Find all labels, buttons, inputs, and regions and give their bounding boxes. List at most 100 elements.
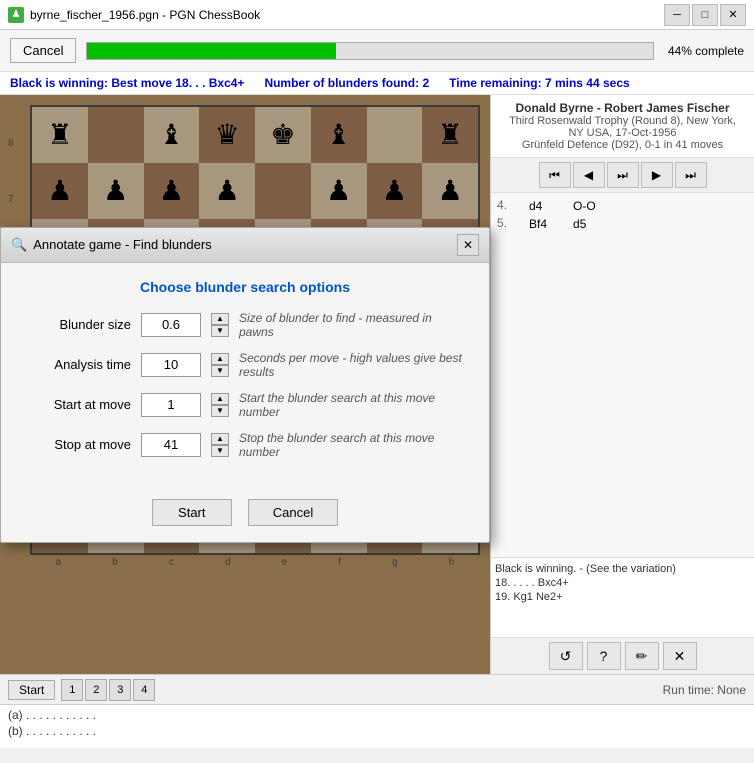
form-input-3[interactable] [141, 433, 201, 457]
status-label-3: Time remaining: [449, 76, 541, 90]
rotate-button[interactable]: ↺ [549, 642, 583, 670]
form-input-0[interactable] [141, 313, 201, 337]
move-white[interactable]: Bf4 [526, 216, 566, 232]
move-black[interactable]: d5 [570, 216, 610, 232]
script-line-b: (b) . . . . . . . . . . . [8, 723, 746, 739]
dialog-titlebar: 🔍 Annotate game - Find blunders ✕ [1, 228, 489, 263]
form-row-1: Analysis time ▲▼ Seconds per move - high v… [21, 351, 469, 379]
nav-prev-button[interactable]: ◀ [573, 162, 605, 188]
spin-buttons-3: ▲▼ [211, 433, 229, 457]
dialog-close-button[interactable]: ✕ [457, 234, 479, 256]
status-value-3: 7 mins 44 secs [545, 76, 630, 90]
annotation-line-2: 18. . . . . Bxc4+ [495, 576, 750, 590]
dialog-body: Choose blunder search options Blunder si… [1, 263, 489, 487]
dialog-start-button[interactable]: Start [152, 499, 232, 526]
nav-last-button[interactable]: ⏭ [675, 162, 707, 188]
progress-area: Cancel 44% complete [0, 30, 754, 72]
tab-button-2[interactable]: 2 [85, 679, 107, 701]
form-row-0: Blunder size ▲▼ Size of blunder to find - … [21, 311, 469, 339]
title-bar-controls: ─ □ ✕ [664, 4, 746, 26]
cancel-button[interactable]: Cancel [10, 38, 76, 63]
spin-down-1[interactable]: ▼ [211, 365, 229, 377]
dialog-overlay: 🔍 Annotate game - Find blunders ✕ Choose… [0, 95, 490, 674]
status-value-1: Best move 18. . . Bxc4+ [111, 76, 244, 90]
status-item-1: Black is winning: Best move 18. . . Bxc4… [10, 76, 244, 90]
game-header: Donald Byrne - Robert James Fischer Thir… [491, 95, 754, 158]
form-input-1[interactable] [141, 353, 201, 377]
spin-down-0[interactable]: ▼ [211, 325, 229, 337]
spin-up-0[interactable]: ▲ [211, 313, 229, 325]
annotation-line-3: 19. Kg1 Ne2+ [495, 590, 750, 604]
runtime-label: Run time: None [663, 683, 746, 697]
hint-button[interactable]: ? [587, 642, 621, 670]
progress-bar-fill [87, 43, 336, 59]
nav-next-button[interactable]: ▶ [641, 162, 673, 188]
form-desc-2: Start the blunder search at this move nu… [239, 391, 469, 419]
progress-bar-container [86, 42, 654, 60]
dialog-fields: Blunder size▲▼Size of blunder to find - … [21, 311, 469, 459]
form-desc-0: Size of blunder to find - measured in pa… [239, 311, 469, 339]
delete-button[interactable]: ✕ [663, 642, 697, 670]
window-title: byrne_fischer_1956.pgn - PGN ChessBook [30, 8, 260, 22]
form-label-3: Stop at move [21, 437, 131, 452]
dialog: 🔍 Annotate game - Find blunders ✕ Choose… [0, 227, 490, 543]
form-label-0: Blunder size [21, 317, 131, 332]
action-buttons: ↺ ? ✏ ✕ [491, 637, 754, 674]
dialog-icon: 🔍 [11, 237, 27, 253]
board-area: 8 7 6 5 4 3 2 1 ♜♝♛♚♝♜♟♟♟♟♟♟♟♞♟♞♙♙♙♘♗♙♙♙… [0, 95, 490, 674]
spin-up-1[interactable]: ▲ [211, 353, 229, 365]
edit-button[interactable]: ✏ [625, 642, 659, 670]
spin-down-3[interactable]: ▼ [211, 445, 229, 457]
table-row: 4. d4 O-O [495, 197, 750, 215]
nav-controls: ⏮ ◀ ⏭ ▶ ⏭ [491, 158, 754, 193]
bottom-toolbar: Start 1 2 3 4 Run time: None [0, 674, 754, 704]
form-row-3: Stop at move ▲▼ Stop the blunder search at… [21, 431, 469, 459]
info-panel: Donald Byrne - Robert James Fischer Thir… [490, 95, 754, 674]
form-input-2[interactable] [141, 393, 201, 417]
form-desc-1: Seconds per move - high values give best… [239, 351, 469, 379]
annotation-line-1: Black is winning. - (See the variation) [495, 562, 750, 576]
game-event: Third Rosenwald Trophy (Round 8), New Yo… [501, 115, 744, 139]
nav-next-fast-button[interactable]: ⏭ [607, 162, 639, 188]
dialog-cancel-button[interactable]: Cancel [248, 499, 338, 526]
minimize-button[interactable]: ─ [664, 4, 690, 26]
tab-buttons: 1 2 3 4 [61, 679, 155, 701]
dialog-title: Annotate game - Find blunders [33, 237, 212, 252]
spin-down-2[interactable]: ▼ [211, 405, 229, 417]
annotation-area: Black is winning. - (See the variation) … [491, 557, 754, 637]
app-icon: ♟ [8, 7, 24, 23]
nav-first-button[interactable]: ⏮ [539, 162, 571, 188]
move-number: 4. [497, 198, 522, 214]
move-white[interactable]: d4 [526, 198, 566, 214]
status-value-2: 2 [422, 76, 429, 90]
spin-up-3[interactable]: ▲ [211, 433, 229, 445]
maximize-button[interactable]: □ [692, 4, 718, 26]
spin-buttons-0: ▲▼ [211, 313, 229, 337]
main-content: 8 7 6 5 4 3 2 1 ♜♝♛♚♝♜♟♟♟♟♟♟♟♞♟♞♙♙♙♘♗♙♙♙… [0, 95, 754, 674]
spin-up-2[interactable]: ▲ [211, 393, 229, 405]
move-black[interactable]: O-O [570, 198, 610, 214]
start-button[interactable]: Start [8, 680, 55, 700]
status-label-1: Black is winning: [10, 76, 108, 90]
script-line-a: (a) . . . . . . . . . . . [8, 707, 746, 723]
status-item-2: Number of blunders found: 2 [264, 76, 429, 90]
progress-label: 44% complete [664, 44, 744, 58]
dialog-subtitle: Choose blunder search options [21, 279, 469, 295]
title-bar-left: ♟ byrne_fischer_1956.pgn - PGN ChessBook [8, 7, 260, 23]
player-names: Donald Byrne - Robert James Fischer [501, 101, 744, 115]
form-desc-3: Stop the blunder search at this move num… [239, 431, 469, 459]
tab-button-4[interactable]: 4 [133, 679, 155, 701]
status-label-2: Number of blunders found: [264, 76, 419, 90]
form-label-1: Analysis time [21, 357, 131, 372]
form-row-2: Start at move▲▼Start the blunder search … [21, 391, 469, 419]
title-bar: ♟ byrne_fischer_1956.pgn - PGN ChessBook… [0, 0, 754, 30]
status-bar: Black is winning: Best move 18. . . Bxc4… [0, 72, 754, 95]
tab-button-1[interactable]: 1 [61, 679, 83, 701]
spin-buttons-2: ▲▼ [211, 393, 229, 417]
game-opening: Grünfeld Defence (D92), 0-1 in 41 moves [501, 139, 744, 151]
move-number: 5. [497, 216, 522, 232]
tab-button-3[interactable]: 3 [109, 679, 131, 701]
close-button[interactable]: ✕ [720, 4, 746, 26]
script-area: (a) . . . . . . . . . . . (b) . . . . . … [0, 704, 754, 748]
spin-buttons-1: ▲▼ [211, 353, 229, 377]
